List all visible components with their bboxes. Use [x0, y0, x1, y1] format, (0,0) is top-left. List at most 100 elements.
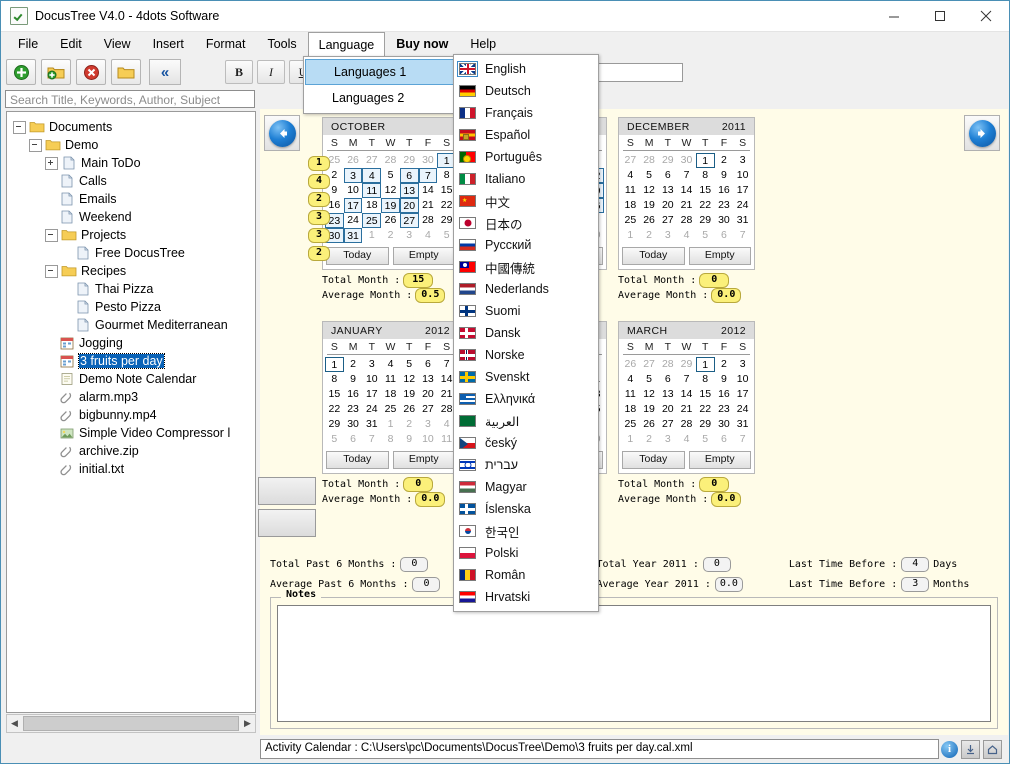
calendar-day[interactable]: 26	[640, 213, 659, 228]
calendar-day[interactable]: 5	[325, 432, 344, 447]
language-item-[interactable]: 한국인	[454, 520, 598, 542]
calendar-day[interactable]: 6	[715, 228, 734, 243]
scroll-right-arrow[interactable]: ▶	[240, 718, 255, 729]
calendar-day[interactable]: 30	[677, 153, 696, 168]
calendar-day[interactable]: 2	[640, 432, 659, 447]
tree-item[interactable]: Thai Pizza	[13, 280, 255, 298]
calendar-day[interactable]: 24	[733, 402, 752, 417]
calendar-day[interactable]: 6	[658, 168, 677, 183]
calendar-day[interactable]: 12	[381, 183, 400, 198]
calendar-day[interactable]: 8	[696, 372, 715, 387]
menu-insert[interactable]: Insert	[142, 32, 195, 56]
menu-format[interactable]: Format	[195, 32, 257, 56]
language-item-[interactable]: ★ 中文	[454, 190, 598, 212]
calendar-day[interactable]: 12	[640, 387, 659, 402]
calendar-day[interactable]: 29	[696, 213, 715, 228]
calendar-day[interactable]: 3	[362, 357, 381, 372]
empty-button[interactable]: Empty	[392, 247, 455, 265]
today-button[interactable]: Today	[622, 247, 685, 265]
calendar-day-marked[interactable]: 4	[362, 168, 382, 183]
calendar-day[interactable]: 10	[344, 183, 363, 198]
empty-button[interactable]: Empty	[392, 451, 455, 469]
calendar-day[interactable]: 27	[658, 417, 677, 432]
tree-item[interactable]: Emails	[13, 190, 255, 208]
calendar-day[interactable]: 7	[733, 228, 752, 243]
calendar-day[interactable]: 22	[696, 198, 715, 213]
calendar-day[interactable]: 22	[325, 402, 344, 417]
calendar-day-marked[interactable]: 20	[399, 198, 419, 213]
calendar-day[interactable]: 28	[677, 417, 696, 432]
language-item-english[interactable]: English	[454, 58, 598, 80]
calendar-day[interactable]: 5	[381, 168, 400, 183]
calendar-day[interactable]: 30	[344, 417, 363, 432]
calendar-day-marked[interactable]: 25	[362, 213, 382, 228]
calendar-day[interactable]: 20	[658, 402, 677, 417]
info-icon[interactable]: i	[941, 740, 958, 758]
language-item-polski[interactable]: Polski	[454, 542, 598, 564]
calendar-day[interactable]: 1	[381, 417, 400, 432]
tree-item[interactable]: Jogging	[13, 334, 255, 352]
open-folder-button[interactable]	[111, 59, 141, 85]
notes-textarea[interactable]	[277, 605, 991, 722]
tree-item[interactable]: Pesto Pizza	[13, 298, 255, 316]
tree-item[interactable]: Gourmet Mediterranean	[13, 316, 255, 334]
calendar-day[interactable]: 19	[400, 387, 419, 402]
calendar-day[interactable]: 16	[715, 387, 734, 402]
calendar-day[interactable]: 26	[640, 417, 659, 432]
calendar-day-marked[interactable]: 31	[343, 228, 363, 243]
language-item-[interactable]: Ελληνικά	[454, 388, 598, 410]
calendar-day[interactable]: 29	[696, 417, 715, 432]
calendar-day-marked[interactable]: 11	[362, 183, 382, 198]
calendar-header[interactable]: JANUARY 2012	[323, 322, 458, 339]
language-item-nederlands[interactable]: Nederlands	[454, 278, 598, 300]
tree-expand-toggle[interactable]	[45, 156, 58, 170]
calendar-day[interactable]: 4	[381, 357, 400, 372]
language-item-rom-n[interactable]: Român	[454, 564, 598, 586]
language-item-esk[interactable]: český	[454, 432, 598, 454]
calendar-day[interactable]: 31	[733, 417, 752, 432]
calendar-day[interactable]: 6	[344, 432, 363, 447]
calendar-day[interactable]: 15	[696, 387, 715, 402]
search-input[interactable]: Search Title, Keywords, Author, Subject	[5, 90, 255, 108]
calendar-day[interactable]: 29	[658, 153, 677, 168]
language-item-suomi[interactable]: Suomi	[454, 300, 598, 322]
calendar-day[interactable]: 29	[325, 417, 344, 432]
calendar-day[interactable]: 9	[344, 372, 363, 387]
maximize-button[interactable]	[917, 1, 963, 31]
language-item-hrvatski[interactable]: Hrvatski	[454, 586, 598, 608]
collapse-panel-button[interactable]: «	[149, 59, 181, 85]
calendar-day[interactable]: 29	[677, 357, 696, 372]
calendar-day[interactable]: 7	[677, 372, 696, 387]
tree-expand-toggle[interactable]	[45, 264, 58, 278]
calendar-day[interactable]: 20	[419, 387, 438, 402]
calendar-day[interactable]: 28	[419, 213, 438, 228]
calendar-day[interactable]: 3	[733, 153, 752, 168]
calendar-day[interactable]: 4	[677, 228, 696, 243]
italic-button[interactable]: I	[257, 60, 285, 84]
calendar-day[interactable]: 10	[419, 432, 438, 447]
calendar-day-marked[interactable]: 3	[343, 168, 363, 183]
calendar-day[interactable]: 21	[677, 198, 696, 213]
calendar-day[interactable]: 30	[715, 417, 734, 432]
calendar-day[interactable]: 26	[381, 213, 400, 228]
tree-item[interactable]: Documents	[13, 118, 255, 136]
calendar-day[interactable]: 7	[733, 432, 752, 447]
calendar-day[interactable]: 8	[325, 372, 344, 387]
calendar-day[interactable]: 21	[419, 198, 438, 213]
calendar-day[interactable]: 25	[621, 417, 640, 432]
calendar-day[interactable]: 9	[715, 168, 734, 183]
calendar-day[interactable]: 4	[621, 168, 640, 183]
language-item-fran-ais[interactable]: Français	[454, 102, 598, 124]
calendar-day[interactable]: 3	[658, 228, 677, 243]
calendar-day[interactable]: 4	[677, 432, 696, 447]
calendar-day-today[interactable]: 1	[695, 357, 715, 372]
calendar-day-marked[interactable]: 6	[399, 168, 419, 183]
calendar-day[interactable]: 6	[715, 432, 734, 447]
empty-button[interactable]: Empty	[688, 247, 751, 265]
calendar-day[interactable]: 4	[419, 228, 438, 243]
calendar-day[interactable]: 1	[362, 228, 381, 243]
extra-button-1[interactable]	[258, 477, 316, 505]
calendar-day[interactable]: 16	[715, 183, 734, 198]
calendar-day[interactable]: 10	[733, 168, 752, 183]
language-item-[interactable]: 中國傳統	[454, 256, 598, 278]
